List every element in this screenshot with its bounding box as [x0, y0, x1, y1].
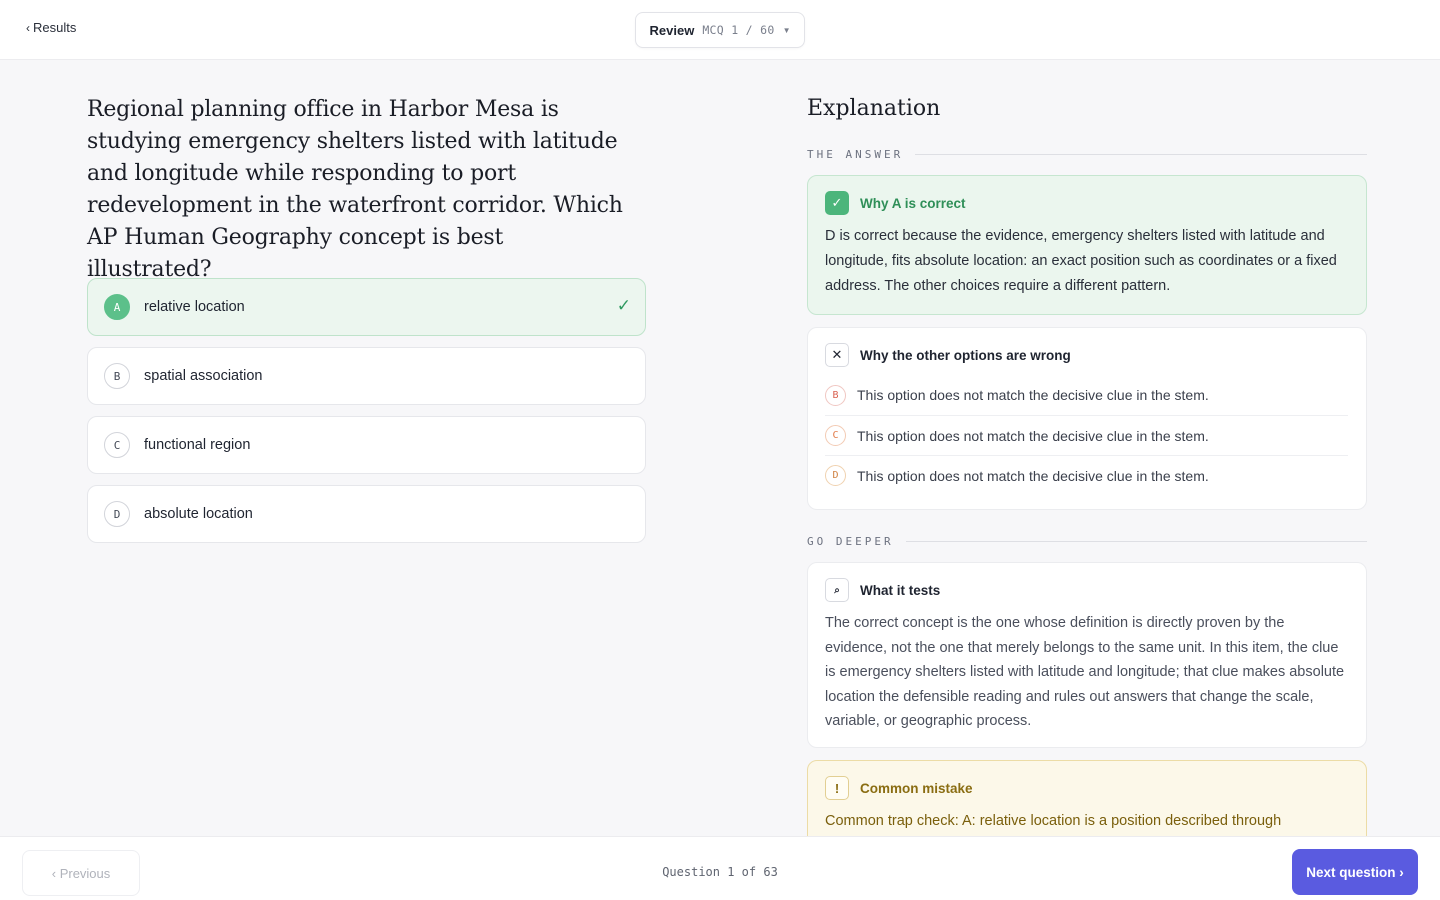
choice-text: relative location	[144, 299, 245, 315]
wrong-options-card: ✕ Why the other options are wrong B This…	[807, 327, 1367, 510]
chevron-right-icon: ›	[1395, 864, 1404, 880]
mode-selector[interactable]: Review MCQ 1 / 60 ▼	[635, 12, 805, 48]
wrong-option-letter: D	[825, 465, 846, 486]
footer-bar: ‹ Previous Question 1 of 63 Next questio…	[0, 836, 1440, 900]
next-question-button[interactable]: Next question ›	[1292, 849, 1418, 895]
chevron-down-icon: ▼	[782, 25, 791, 35]
common-mistake-card: ! Common mistake Common trap check: A: r…	[807, 760, 1367, 836]
choice-text: absolute location	[144, 506, 253, 522]
card-heading: What it tests	[860, 582, 941, 598]
choice-d[interactable]: D absolute location	[87, 485, 646, 543]
what-it-tests-card: ⌕ What it tests The correct concept is t…	[807, 562, 1367, 748]
check-icon: ✓	[825, 191, 849, 215]
card-header: ! Common mistake	[825, 776, 973, 800]
warning-icon: !	[825, 776, 849, 800]
question-stem: Regional planning office in Harbor Mesa …	[87, 97, 623, 282]
divider	[905, 541, 1367, 542]
next-label: Next question	[1306, 864, 1396, 880]
wrong-option-letter: B	[825, 384, 846, 406]
divider	[915, 154, 1367, 155]
card-heading: Common mistake	[860, 780, 973, 796]
choice-letter: D	[104, 501, 130, 527]
explanation-title: Explanation	[807, 96, 941, 121]
question-progress: Question 1 of 63	[662, 865, 778, 879]
choice-letter: B	[104, 363, 130, 389]
choice-c[interactable]: C functional region	[87, 416, 646, 474]
wrong-option-text: This option does not match the decisive …	[857, 387, 1209, 403]
section-label-text: THE ANSWER	[807, 148, 904, 161]
wrong-option-row: B This option does not match the decisiv…	[825, 375, 1348, 415]
choice-text: spatial association	[144, 368, 263, 384]
wrong-option-text: This option does not match the decisive …	[857, 427, 1209, 444]
section-label-text: GO DEEPER	[807, 535, 894, 548]
section-label-answer: THE ANSWER	[807, 148, 1367, 161]
choice-b[interactable]: B spatial association	[87, 347, 646, 405]
card-body: Common trap check: A: relative location …	[825, 813, 1282, 829]
card-header: ✕ Why the other options are wrong	[825, 343, 1071, 367]
choice-letter: A	[104, 294, 130, 320]
wrong-option-row: C This option does not match the decisiv…	[825, 415, 1348, 455]
section-label-go-deeper: GO DEEPER	[807, 535, 1367, 548]
card-header: ✓ Why A is correct	[825, 191, 966, 215]
choice-letter: C	[104, 432, 130, 458]
card-body: D is correct because the evidence, emerg…	[825, 228, 1337, 294]
chevron-left-icon: ‹	[26, 20, 30, 35]
back-label: Results	[33, 20, 77, 35]
close-icon: ✕	[825, 343, 849, 367]
search-icon: ⌕	[825, 578, 849, 602]
wrong-option-text: This option does not match the decisive …	[857, 467, 1209, 484]
card-body: The correct concept is the one whose def…	[825, 615, 1345, 729]
mode-count: MCQ 1 / 60	[702, 23, 775, 37]
wrong-option-letter: C	[825, 425, 846, 446]
question-pane: Regional planning office in Harbor Mesa …	[0, 60, 735, 836]
checkmark-icon: ✓	[616, 296, 631, 315]
wrong-option-row: D This option does not match the decisiv…	[825, 455, 1348, 495]
card-header: ⌕ What it tests	[825, 578, 940, 602]
top-bar: ‹ Results Review MCQ 1 / 60 ▼	[0, 0, 1440, 60]
card-heading: Why the other options are wrong	[860, 347, 1071, 363]
choice-text: functional region	[144, 437, 251, 453]
mode-label: Review	[649, 22, 695, 38]
explanation-pane[interactable]: Explanation THE ANSWER ✓ Why A is correc…	[735, 60, 1440, 836]
card-heading: Why A is correct	[860, 195, 966, 211]
choice-a[interactable]: A relative location ✓	[87, 278, 646, 336]
correct-answer-card: ✓ Why A is correct D is correct because …	[807, 175, 1367, 315]
back-to-results-link[interactable]: ‹ Results	[26, 20, 76, 35]
